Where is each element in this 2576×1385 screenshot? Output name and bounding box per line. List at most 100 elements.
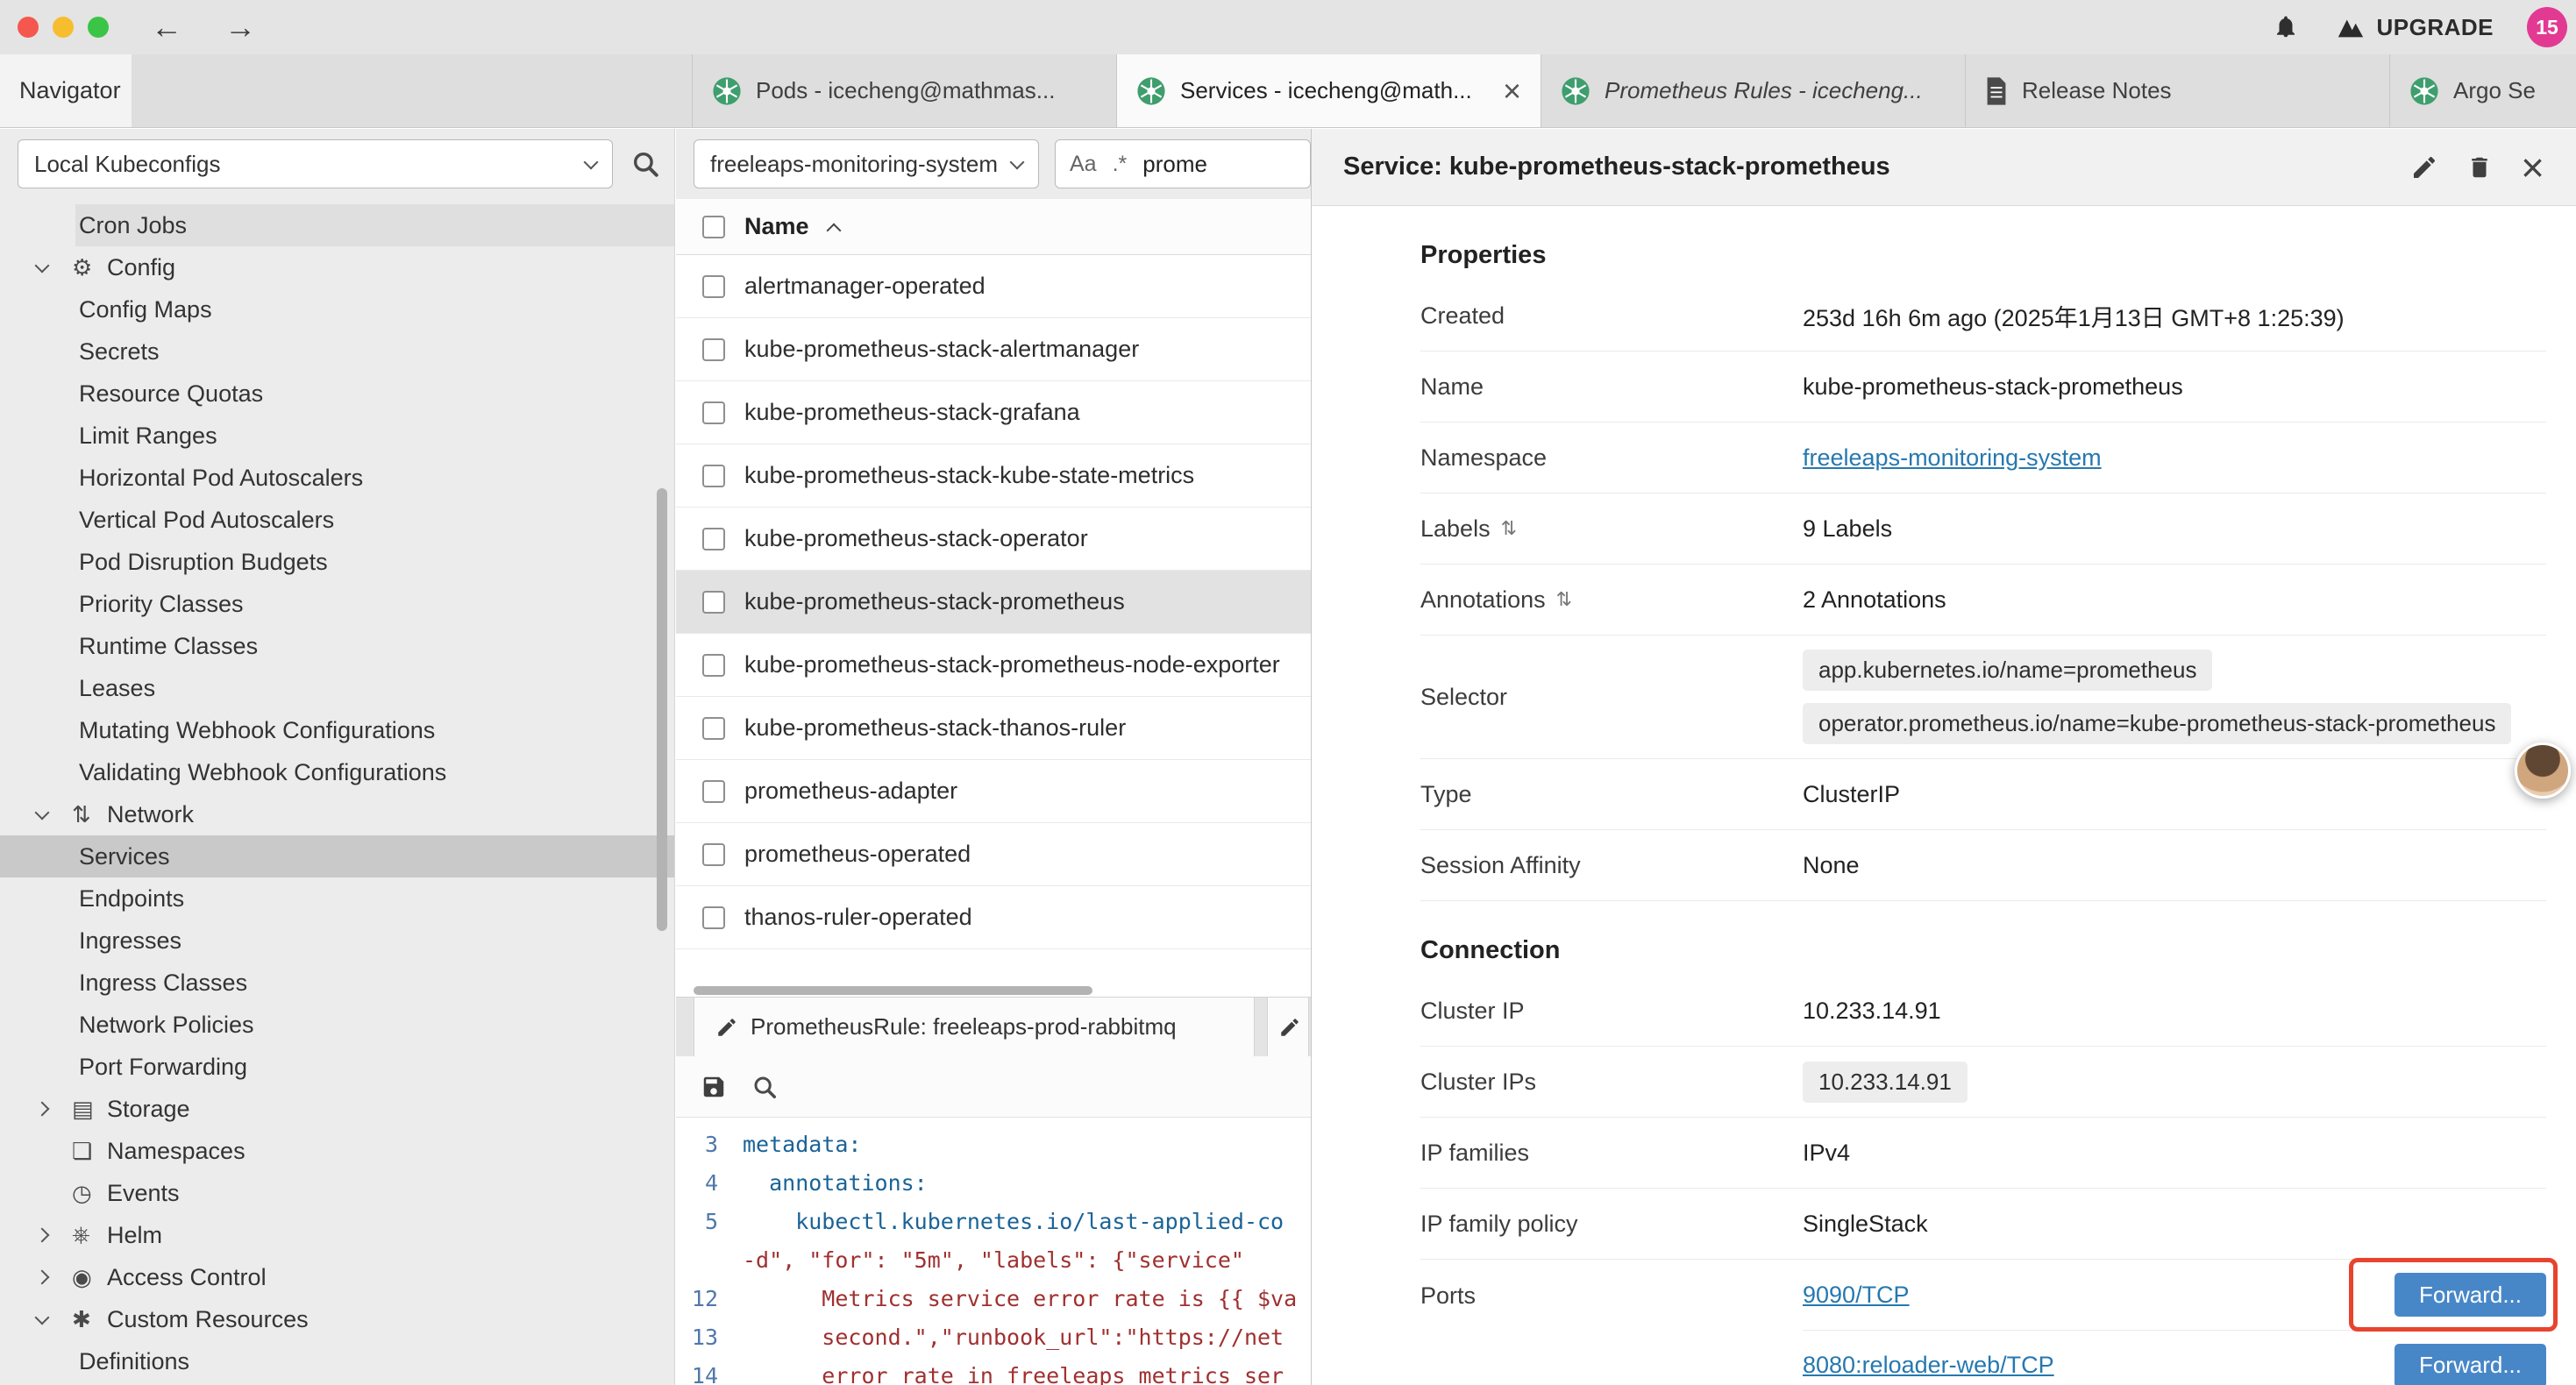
expand-chevron-icon[interactable] xyxy=(35,1102,50,1117)
kubeconfig-select[interactable]: Local Kubeconfigs xyxy=(18,139,613,188)
forward-button[interactable]: Forward... xyxy=(2395,1273,2546,1317)
table-row[interactable]: kube-prometheus-stack-grafana xyxy=(676,381,1311,444)
maximize-window-button[interactable] xyxy=(88,17,109,38)
sidebar-item[interactable]: ⎈ Helm xyxy=(0,1214,674,1256)
scrollbar-thumb[interactable] xyxy=(694,986,1092,995)
sidebar-item[interactable]: Validating Webhook Configurations xyxy=(0,751,674,793)
expand-chevron-icon[interactable] xyxy=(35,1270,50,1285)
sidebar-item[interactable]: Port Forwarding xyxy=(0,1046,674,1088)
namespace-filter-select[interactable]: freeleaps-monitoring-system xyxy=(694,139,1039,188)
port-link[interactable]: 8080:reloader-web/TCP xyxy=(1803,1352,2054,1379)
sidebar-item[interactable]: Leases xyxy=(0,667,674,709)
row-checkbox[interactable] xyxy=(702,465,725,487)
sidebar-item[interactable]: ▤ Storage xyxy=(0,1088,674,1130)
row-checkbox[interactable] xyxy=(702,401,725,424)
table-row[interactable]: kube-prometheus-stack-prometheus xyxy=(676,571,1311,634)
sidebar-item[interactable]: ⚙ Config xyxy=(0,246,674,288)
dock-tab-prometheusrule[interactable]: PrometheusRule: freeleaps-prod-rabbitmq xyxy=(694,998,1255,1056)
minimize-window-button[interactable] xyxy=(53,17,74,38)
forward-arrow-icon[interactable]: → xyxy=(224,11,256,43)
sort-arrows-icon[interactable]: ⇅ xyxy=(1501,517,1517,540)
row-checkbox[interactable] xyxy=(702,528,725,550)
sidebar-item[interactable]: Config Maps xyxy=(0,288,674,330)
upgrade-button[interactable]: UPGRADE xyxy=(2336,14,2494,41)
yaml-editor[interactable]: 3 metadata: 4 annotations: 5 kubectl.kub… xyxy=(676,1118,1311,1385)
sidebar-item[interactable]: Resource Quotas xyxy=(0,373,674,415)
delete-icon[interactable] xyxy=(2466,153,2493,181)
tab-prometheus-rules[interactable]: Prometheus Rules - icecheng... xyxy=(1541,54,1966,127)
row-checkbox[interactable] xyxy=(702,843,725,866)
table-row[interactable]: kube-prometheus-stack-kube-state-metrics xyxy=(676,444,1311,508)
match-case-toggle[interactable]: Aa xyxy=(1070,152,1097,177)
row-checkbox[interactable] xyxy=(702,906,725,929)
sidebar-item[interactable]: Priority Classes xyxy=(0,583,674,625)
save-icon[interactable] xyxy=(701,1074,727,1100)
row-checkbox[interactable] xyxy=(702,275,725,298)
horizontal-scrollbar[interactable] xyxy=(676,984,1311,997)
search-input[interactable] xyxy=(1142,151,1296,178)
table-row[interactable]: prometheus-operated xyxy=(676,823,1311,886)
namespace-link[interactable]: freeleaps-monitoring-system xyxy=(1803,444,2102,472)
row-checkbox[interactable] xyxy=(702,654,725,677)
search-icon[interactable] xyxy=(630,149,660,179)
table-row[interactable]: kube-prometheus-stack-prometheus-node-ex… xyxy=(676,634,1311,697)
editor-search-icon[interactable] xyxy=(751,1074,778,1100)
sidebar-item[interactable]: ❏ Namespaces xyxy=(0,1130,674,1172)
line-text: kubectl.kubernetes.io/last-applied-co xyxy=(743,1209,1284,1234)
avatar[interactable] xyxy=(2515,742,2571,799)
tab-release-notes[interactable]: Release Notes xyxy=(1966,54,2390,127)
sidebar-item[interactable]: ◉ Access Control xyxy=(0,1256,674,1298)
sidebar-item[interactable]: Network Policies xyxy=(0,1004,674,1046)
expand-chevron-icon[interactable] xyxy=(35,1228,50,1243)
sidebar-scrollbar[interactable] xyxy=(657,488,667,931)
table-row[interactable]: thanos-ruler-operated xyxy=(676,886,1311,949)
upgrade-label: UPGRADE xyxy=(2376,14,2494,41)
table-row[interactable]: prometheus-adapter xyxy=(676,760,1311,823)
notification-count-badge[interactable]: 15 xyxy=(2527,7,2567,47)
sidebar-item[interactable]: Horizontal Pod Autoscalers xyxy=(0,457,674,499)
sidebar-item[interactable]: Cron Jobs xyxy=(0,204,674,246)
close-icon[interactable]: × xyxy=(2521,147,2544,188)
select-all-checkbox[interactable] xyxy=(702,216,725,238)
back-arrow-icon[interactable]: ← xyxy=(151,11,182,43)
table-row[interactable]: kube-prometheus-stack-alertmanager xyxy=(676,318,1311,381)
forward-button[interactable]: Forward... xyxy=(2395,1344,2546,1385)
sidebar-item[interactable]: Ingress Classes xyxy=(0,962,674,1004)
row-checkbox[interactable] xyxy=(702,338,725,361)
sidebar-item[interactable]: Endpoints xyxy=(0,877,674,920)
expand-chevron-icon[interactable] xyxy=(35,258,50,273)
port-link[interactable]: 9090/TCP xyxy=(1803,1282,1910,1309)
close-window-button[interactable] xyxy=(18,17,39,38)
tab-close-icon[interactable]: × xyxy=(1503,75,1521,107)
row-checkbox[interactable] xyxy=(702,591,725,614)
expand-chevron-icon[interactable] xyxy=(35,805,50,820)
edit-icon[interactable] xyxy=(2410,153,2438,181)
tab-pods[interactable]: Pods - icecheng@mathmas... xyxy=(693,54,1117,127)
name-column-header[interactable]: Name xyxy=(744,213,809,240)
table-row[interactable]: kube-prometheus-stack-thanos-ruler xyxy=(676,697,1311,760)
row-checkbox[interactable] xyxy=(702,780,725,803)
tab-argo[interactable]: Argo Se xyxy=(2390,54,2576,127)
sort-ascending-icon[interactable] xyxy=(826,223,841,238)
table-row[interactable]: kube-prometheus-stack-operator xyxy=(676,508,1311,571)
sidebar-item[interactable]: ⇅ Network xyxy=(0,793,674,835)
tab-services[interactable]: Services - icecheng@math... × xyxy=(1117,54,1541,127)
sidebar-item[interactable]: ◷ Events xyxy=(0,1172,674,1214)
sidebar-item[interactable]: Ingresses xyxy=(0,920,674,962)
sidebar-item[interactable]: Mutating Webhook Configurations xyxy=(0,709,674,751)
sidebar-item[interactable]: Secrets xyxy=(0,330,674,373)
sidebar-item[interactable]: Pod Disruption Budgets xyxy=(0,541,674,583)
sidebar-item[interactable]: Vertical Pod Autoscalers xyxy=(0,499,674,541)
sidebar-item[interactable]: Limit Ranges xyxy=(0,415,674,457)
sidebar-item[interactable]: Definitions xyxy=(0,1340,674,1382)
sort-arrows-icon[interactable]: ⇅ xyxy=(1556,588,1572,611)
sidebar-item[interactable]: Runtime Classes xyxy=(0,625,674,667)
sidebar-item[interactable]: ✱ Custom Resources xyxy=(0,1298,674,1340)
table-row[interactable]: alertmanager-operated xyxy=(676,255,1311,318)
sidebar-item[interactable]: Services xyxy=(0,835,674,877)
row-checkbox[interactable] xyxy=(702,717,725,740)
regex-toggle[interactable]: .* xyxy=(1113,152,1128,177)
expand-chevron-icon[interactable] xyxy=(35,1310,50,1325)
notifications-bell-icon[interactable] xyxy=(2273,13,2299,41)
dock-tab-partial[interactable] xyxy=(1267,998,1309,1056)
